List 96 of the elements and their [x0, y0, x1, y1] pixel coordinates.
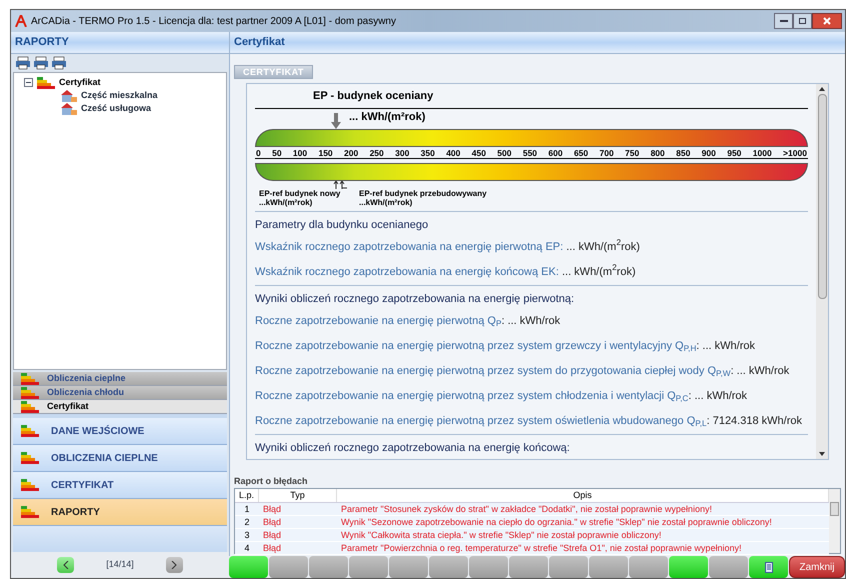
parameter-line: Roczne zapotrzebowanie na energię pierwotną Q$_{P}$: ... kWh/rok [255, 314, 562, 330]
tree-item[interactable]: Certyfikat [59, 76, 101, 90]
scale-label: 300 [395, 146, 410, 158]
energy-scale-icon [21, 479, 39, 491]
scale-label: 450 [472, 146, 486, 158]
panel-header: Certyfikat [230, 32, 845, 54]
energy-scale-icon [21, 506, 39, 518]
printer-icon[interactable] [15, 56, 31, 70]
energy-scale-icon [21, 425, 39, 437]
table-cell-text: 3 [243, 529, 250, 541]
navigation-button[interactable]: DANE WEJŚCIOWE [13, 418, 227, 445]
up-arrows-icon [333, 180, 347, 188]
window-title: ArCADia - TERMO Pro 1.5 - Licencja dla: test partner 2009 A [L01] - dom pasywny [31, 14, 396, 28]
section-heading: Wyniki obliczeń rocznego zapotrzebowania na energię pierwotną: [255, 292, 576, 306]
section-item[interactable]: Obliczenia cieplne [13, 372, 227, 386]
table-cell-text: Wynik "Sezonowe zapotrzebowanie na ciepło do ogrzania." w strefie "Sklep" nie został poprawnie obliczony! [340, 516, 773, 528]
document-icon [764, 562, 772, 572]
energy-scale-icon [21, 400, 39, 412]
scale-label: 400 [446, 146, 460, 158]
scale-label: 700 [599, 146, 614, 158]
building-icon [61, 102, 77, 114]
section-title: Raport o błędach [233, 475, 309, 488]
table-cell-text: 4 [243, 542, 250, 554]
close-button[interactable]: Zamknij [789, 556, 845, 578]
close-window-button[interactable] [812, 13, 842, 29]
chevron-left-icon [62, 561, 69, 569]
scrollbar[interactable] [816, 84, 828, 459]
table-cell-text: Parametr "Stosunek zysków do strat" w zakładce "Dodatki", nie został poprawnie wypełniony! [340, 503, 713, 515]
scale-label: 600 [548, 146, 563, 158]
section-heading: Wyniki obliczeń rocznego zapotrzebowania na energię końcową: [255, 440, 571, 456]
next-button[interactable] [166, 557, 183, 573]
scale-label: 950 [727, 146, 742, 158]
reference-label: EP-ref budynek nowy [259, 188, 342, 198]
reference-value: ...kWh/(m²rok) [259, 198, 312, 206]
tree-item[interactable]: Cześć usługowa [81, 102, 152, 116]
reference-value: ...kWh/(m²rok) [359, 198, 412, 206]
navigation-button[interactable]: RAPORTY [13, 499, 227, 526]
scrollbar[interactable] [829, 489, 840, 553]
scale-label: 50 [272, 146, 282, 158]
scale-label: 800 [650, 146, 665, 158]
scale-label: 1000 [752, 146, 772, 158]
energy-scale-icon [21, 452, 39, 464]
scale-label: 850 [676, 146, 690, 158]
minimize-button[interactable] [774, 13, 793, 29]
parameter-line: Roczne zapotrzebowanie na energię pierwotną przez system chłodzenia i wentylacji Q$_{P,C}$: ... kWh/rok [255, 388, 748, 405]
navigation-button[interactable]: CERTYFIKAT [13, 472, 227, 499]
down-arrow-icon [331, 112, 341, 128]
scale-label: >1000 [783, 146, 807, 158]
scale-label: 550 [522, 146, 538, 158]
scale-label: 200 [344, 146, 358, 158]
parameter-line: Wskaźnik rocznego zapotrzebowania na energię końcową EK: ... kWh/(m$^{2}$rok) [255, 262, 637, 280]
scale-label: 900 [702, 146, 716, 158]
scale-title: EP - budynek oceniany [312, 89, 434, 104]
maximize-button[interactable] [793, 13, 812, 29]
section-item[interactable]: Obliczenia chłodu [13, 386, 227, 400]
parameter-line: Roczne zapotrzebowanie na energię pierwotną przez system oświetlenia wbudowanego Q$_{P,L}$: 7124.318 kWh/rok [255, 414, 803, 430]
printer-icon[interactable] [51, 56, 67, 70]
scale-label: 650 [574, 146, 588, 158]
scale-label: 0 [256, 146, 261, 158]
close-icon [823, 17, 831, 25]
reference-label: EP-ref budynek przebudowywany [359, 188, 487, 198]
scale-value: ... kWh/(m²rok) [349, 110, 426, 124]
table-cell-text: Błąd [262, 516, 282, 528]
scale-label: 500 [497, 146, 512, 158]
scale-label: 250 [370, 146, 384, 158]
previous-button[interactable] [57, 557, 74, 573]
column-header[interactable]: Typ [259, 489, 337, 502]
energy-scale-icon [21, 372, 39, 384]
parameter-line: Roczne zapotrzebowanie na energię pierwotną przez system grzewczy i wentylacyjny Q$_{P,H}$: ... kWh/rok [255, 338, 756, 355]
scale-label: 350 [420, 146, 435, 158]
scale-label: 100 [292, 146, 308, 158]
energy-scale-icon [21, 386, 39, 398]
navigation-button[interactable]: OBLICZENIA CIEPLNE [13, 445, 227, 472]
printer-icon[interactable] [33, 56, 49, 70]
column-header[interactable]: L.p. [235, 489, 259, 502]
app-logo-icon [15, 15, 27, 27]
table-cell-text: 2 [243, 516, 250, 528]
energy-scale-icon [37, 76, 55, 88]
table-cell-text: 1 [243, 503, 250, 515]
sidebar-header: RAPORTY [11, 32, 229, 54]
table-cell-text: Parametr "Powierzchnia o reg. temperaturze" w strefie "Strefa O1", nie został poprawnie wypełniony! [340, 542, 742, 554]
tree-item[interactable]: Część mieszkalna [81, 88, 158, 102]
parameter-line: Roczne zapotrzebowanie na energię pierwotną przez system do przygotowania ciepłej wody Q$_{P,W}$: ... kWh/rok [255, 364, 790, 380]
section-item[interactable]: Certyfikat [13, 400, 227, 414]
parameter-line: Wskaźnik rocznego zapotrzebowania na energię pierwotną EP: ... kWh/(m$^{2}$rok) [255, 237, 641, 254]
tree-toggle-icon[interactable] [24, 78, 33, 87]
scale-label: 150 [318, 146, 333, 158]
table-cell-text: Błąd [262, 542, 282, 554]
section-heading: Parametry dla budynku ocenianego [255, 218, 430, 232]
table-cell-text: Błąd [262, 503, 282, 515]
table-cell-text: Błąd [262, 529, 282, 541]
scale-label: 750 [625, 146, 640, 158]
page-counter: [14/14] [106, 558, 134, 572]
table-cell-text: Wynik "Całkowita strata ciepła." w strefie "Sklep" nie został poprawnie obliczony! [340, 529, 662, 541]
building-icon [61, 90, 77, 102]
chevron-right-icon [171, 561, 178, 569]
